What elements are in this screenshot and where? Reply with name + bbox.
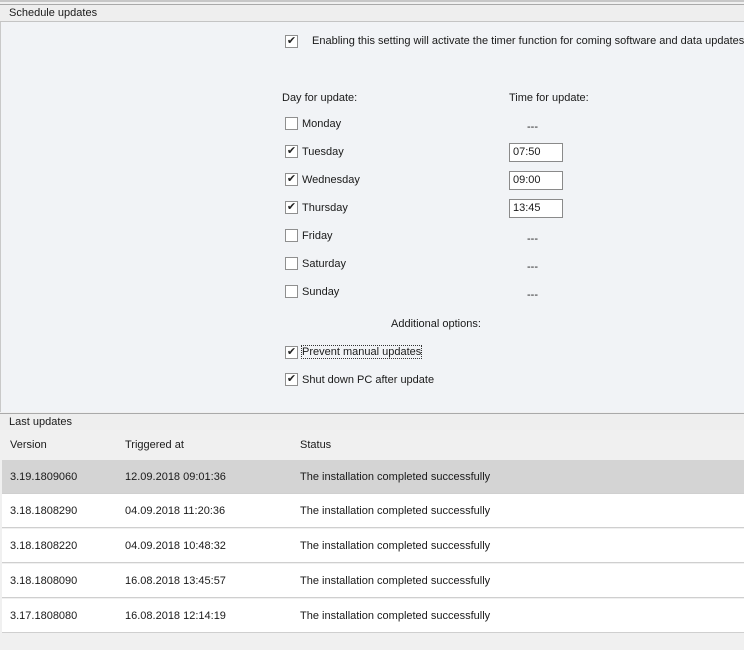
enable-timer-label: Enabling this setting will activate the … <box>312 35 744 47</box>
window-top-border <box>0 0 744 2</box>
friday-label: Friday <box>302 230 333 242</box>
cell-version: 3.18.1808090 <box>10 575 78 587</box>
prevent-manual-updates-checkbox[interactable]: ✔ <box>285 346 298 359</box>
last-updates-title: Last updates <box>9 416 72 428</box>
additional-options-heading: Additional options: <box>391 318 481 330</box>
cell-version: 3.17.1808080 <box>10 610 78 622</box>
check-icon: ✔ <box>286 346 297 358</box>
table-row[interactable]: 3.18.1808290 04.09.2018 11:20:36 The ins… <box>2 494 744 528</box>
column-header-version[interactable]: Version <box>10 439 47 451</box>
sunday-time-placeholder: --- <box>527 289 538 301</box>
cell-status: The installation completed successfully <box>300 540 491 552</box>
table-header: Version Triggered at Status <box>0 430 744 460</box>
table-row[interactable]: 3.17.1808080 16.08.2018 12:14:19 The ins… <box>2 599 744 633</box>
thursday-checkbox[interactable]: ✔ <box>285 201 298 214</box>
monday-label: Monday <box>302 118 342 130</box>
day-for-update-heading: Day for update: <box>282 92 358 104</box>
shutdown-pc-checkbox[interactable]: ✔ <box>285 373 298 386</box>
time-for-update-heading: Time for update: <box>509 92 589 104</box>
friday-checkbox[interactable] <box>285 229 298 242</box>
enable-timer-checkbox[interactable]: ✔ <box>285 35 298 48</box>
thursday-time-input[interactable]: 13:45 <box>509 199 563 218</box>
friday-time-placeholder: --- <box>527 233 538 245</box>
saturday-checkbox[interactable] <box>285 257 298 270</box>
thursday-label: Thursday <box>302 202 348 214</box>
wednesday-checkbox[interactable]: ✔ <box>285 173 298 186</box>
cell-status: The installation completed successfully <box>300 575 491 587</box>
cell-status: The installation completed successfully <box>300 471 491 483</box>
cell-version: 3.19.1809060 <box>10 471 78 483</box>
check-icon: ✔ <box>286 145 297 157</box>
schedule-updates-panel: ✔ Enabling this setting will activate th… <box>0 22 744 412</box>
last-updates-header: Last updates <box>0 413 744 431</box>
saturday-time-placeholder: --- <box>527 261 538 273</box>
tuesday-checkbox[interactable]: ✔ <box>285 145 298 158</box>
monday-checkbox[interactable] <box>285 117 298 130</box>
cell-triggered-at: 12.09.2018 09:01:36 <box>125 471 226 483</box>
check-icon: ✔ <box>286 373 297 385</box>
table-row[interactable]: 3.18.1808090 16.08.2018 13:45:57 The ins… <box>2 564 744 598</box>
column-header-triggered-at[interactable]: Triggered at <box>125 439 184 451</box>
cell-version: 3.18.1808220 <box>10 540 78 552</box>
table-row[interactable]: 3.18.1808220 04.09.2018 10:48:32 The ins… <box>2 529 744 563</box>
monday-time-placeholder: --- <box>527 121 538 133</box>
last-updates-table: Version Triggered at Status 3.19.1809060… <box>0 430 744 650</box>
cell-version: 3.18.1808290 <box>10 505 78 517</box>
prevent-manual-updates-label: Prevent manual updates <box>300 345 423 359</box>
wednesday-time-input[interactable]: 09:00 <box>509 171 563 190</box>
cell-triggered-at: 04.09.2018 10:48:32 <box>125 540 226 552</box>
tuesday-time-input[interactable]: 07:50 <box>509 143 563 162</box>
check-icon: ✔ <box>286 173 297 185</box>
wednesday-label: Wednesday <box>302 174 360 186</box>
sunday-label: Sunday <box>302 286 340 298</box>
cell-triggered-at: 04.09.2018 11:20:36 <box>125 505 226 517</box>
cell-triggered-at: 16.08.2018 13:45:57 <box>125 575 226 587</box>
cell-status: The installation completed successfully <box>300 505 491 517</box>
check-icon: ✔ <box>286 201 297 213</box>
column-header-status[interactable]: Status <box>300 439 331 451</box>
tuesday-label: Tuesday <box>302 146 344 158</box>
cell-triggered-at: 16.08.2018 12:14:19 <box>125 610 226 622</box>
schedule-updates-title: Schedule updates <box>9 7 98 19</box>
saturday-label: Saturday <box>302 258 347 270</box>
table-row[interactable]: 3.19.1809060 12.09.2018 09:01:36 The ins… <box>2 460 744 494</box>
shutdown-pc-label: Shut down PC after update <box>302 374 435 386</box>
schedule-updates-header: Schedule updates <box>0 4 744 22</box>
cell-status: The installation completed successfully <box>300 610 491 622</box>
check-icon: ✔ <box>286 35 297 47</box>
sunday-checkbox[interactable] <box>285 285 298 298</box>
